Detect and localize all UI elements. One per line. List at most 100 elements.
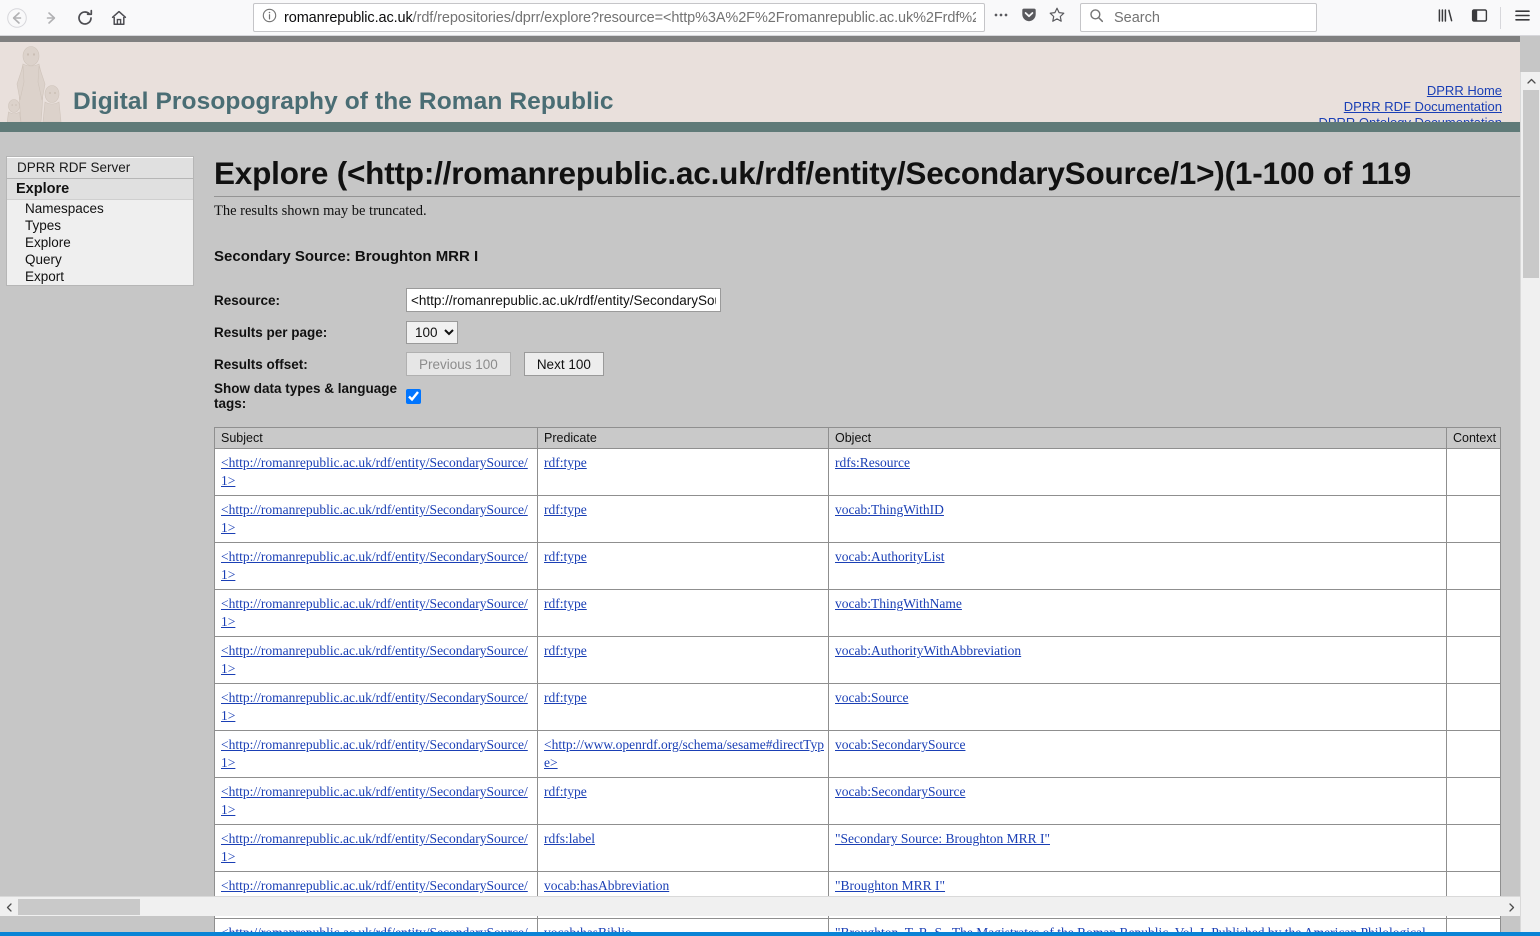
cell-object: vocab:ThingWithID	[828, 495, 1447, 543]
search-icon	[1089, 8, 1104, 28]
vertical-scrollbar[interactable]	[1520, 72, 1540, 936]
object-link[interactable]: vocab:ThingWithID	[835, 502, 944, 517]
roman-statue-logo-icon	[4, 42, 66, 130]
reload-button[interactable]	[68, 1, 102, 35]
scroll-right-arrow[interactable]	[1502, 897, 1520, 917]
address-bar[interactable]: romanrepublic.ac.uk/rdf/repositories/dpr…	[253, 3, 985, 32]
predicate-link[interactable]: rdf:type	[544, 596, 587, 611]
subject-link[interactable]: <http://romanrepublic.ac.uk/rdf/entity/S…	[221, 831, 528, 864]
predicate-link[interactable]: vocab:hasAbbreviation	[544, 878, 669, 893]
cell-subject: <http://romanrepublic.ac.uk/rdf/entity/S…	[214, 824, 538, 872]
library-button[interactable]	[1430, 4, 1460, 32]
cell-predicate: rdf:type	[537, 542, 829, 590]
table-row: <http://romanrepublic.ac.uk/rdf/entity/S…	[214, 636, 1501, 684]
results-table: Subject Predicate Object Context <http:/…	[214, 427, 1501, 936]
cell-object: "Secondary Source: Broughton MRR I"	[828, 824, 1447, 872]
scroll-left-arrow[interactable]	[0, 897, 18, 917]
back-button[interactable]	[0, 1, 34, 35]
predicate-link[interactable]: rdf:type	[544, 549, 587, 564]
object-link[interactable]: vocab:SecondarySource	[835, 737, 965, 752]
home-button[interactable]	[102, 1, 136, 35]
cell-subject: <http://romanrepublic.ac.uk/rdf/entity/S…	[214, 777, 538, 825]
cell-object: rdfs:Resource	[828, 448, 1447, 496]
cell-object: vocab:Source	[828, 683, 1447, 731]
hamburger-menu-icon	[1513, 6, 1532, 30]
object-link[interactable]: rdfs:Resource	[835, 455, 910, 470]
vertical-scrollbar-thumb[interactable]	[1523, 90, 1539, 278]
forward-button[interactable]	[34, 1, 68, 35]
predicate-link[interactable]: rdf:type	[544, 784, 587, 799]
sidebar: DPRR RDF Server Explore Namespaces Types…	[6, 156, 194, 286]
browser-right-controls	[1430, 3, 1537, 32]
dprr-home-link[interactable]: DPRR Home	[1318, 83, 1502, 99]
cell-predicate: rdf:type	[537, 636, 829, 684]
show-data-types-checkbox[interactable]	[406, 388, 421, 404]
previous-page-button[interactable]: Previous 100	[406, 352, 511, 376]
horizontal-scrollbar-thumb[interactable]	[18, 899, 140, 915]
bookmark-button[interactable]	[1044, 5, 1070, 31]
predicate-link[interactable]: rdf:type	[544, 455, 587, 470]
scroll-up-arrow[interactable]	[1521, 72, 1540, 90]
predicate-link[interactable]: rdf:type	[544, 643, 587, 658]
results-per-page-row: Results per page: 100	[214, 317, 1520, 347]
page-info-icon[interactable]	[262, 8, 277, 28]
object-link[interactable]: vocab:ThingWithName	[835, 596, 962, 611]
resource-row: Resource:	[214, 285, 1520, 315]
page-viewport: Digital Prosopography of the Roman Repub…	[0, 36, 1540, 936]
column-header-subject: Subject	[214, 427, 538, 449]
object-link[interactable]: vocab:SecondarySource	[835, 784, 965, 799]
page-title-heading: Digital Prosopography of the Roman Repub…	[73, 88, 614, 115]
predicate-link[interactable]: rdf:type	[544, 502, 587, 517]
save-to-pocket-button[interactable]	[1016, 5, 1042, 31]
subject-link[interactable]: <http://romanrepublic.ac.uk/rdf/entity/S…	[221, 737, 528, 770]
app-menu-button[interactable]	[1507, 4, 1537, 32]
object-link[interactable]: "Secondary Source: Broughton MRR I"	[835, 831, 1050, 846]
dprr-rdf-documentation-link[interactable]: DPRR RDF Documentation	[1318, 99, 1502, 115]
subject-link[interactable]: <http://romanrepublic.ac.uk/rdf/entity/S…	[221, 784, 528, 817]
page-content: Digital Prosopography of the Roman Repub…	[0, 36, 1520, 936]
results-offset-row: Results offset: Previous 100 Next 100	[214, 349, 1520, 379]
object-link[interactable]: vocab:AuthorityList	[835, 549, 944, 564]
subject-link[interactable]: <http://romanrepublic.ac.uk/rdf/entity/S…	[221, 549, 528, 582]
page-actions-button[interactable]	[988, 5, 1014, 31]
cell-object: vocab:AuthorityWithAbbreviation	[828, 636, 1447, 684]
cell-predicate: rdf:type	[537, 448, 829, 496]
object-link[interactable]: vocab:AuthorityWithAbbreviation	[835, 643, 1021, 658]
sidebar-item-types[interactable]: Types	[7, 217, 193, 234]
results-per-page-select-wrap: 100	[406, 320, 458, 344]
url-domain: romanrepublic.ac.uk	[284, 9, 413, 26]
subject-link[interactable]: <http://romanrepublic.ac.uk/rdf/entity/S…	[221, 455, 528, 488]
subject-link[interactable]: <http://romanrepublic.ac.uk/rdf/entity/S…	[221, 643, 528, 676]
home-icon	[109, 8, 129, 28]
results-per-page-select[interactable]: 100	[406, 320, 458, 344]
subject-link[interactable]: <http://romanrepublic.ac.uk/rdf/entity/S…	[221, 502, 528, 535]
horizontal-scrollbar[interactable]	[0, 896, 1520, 916]
column-header-predicate: Predicate	[537, 427, 829, 449]
sidebar-group-heading: Explore	[7, 179, 193, 200]
browser-search-bar[interactable]	[1080, 3, 1317, 32]
subject-link[interactable]: <http://romanrepublic.ac.uk/rdf/entity/S…	[221, 690, 528, 723]
sidebar-item-namespaces[interactable]: Namespaces	[7, 200, 193, 217]
predicate-link[interactable]: rdf:type	[544, 690, 587, 705]
predicate-link[interactable]: <http://www.openrdf.org/schema/sesame#di…	[544, 737, 824, 770]
ellipsis-icon	[992, 6, 1010, 29]
cell-subject: <http://romanrepublic.ac.uk/rdf/entity/S…	[214, 683, 538, 731]
address-bar-text: romanrepublic.ac.uk/rdf/repositories/dpr…	[284, 10, 976, 26]
sidebar-item-export[interactable]: Export	[7, 268, 193, 285]
cell-object: vocab:SecondarySource	[828, 777, 1447, 825]
table-row: <http://romanrepublic.ac.uk/rdf/entity/S…	[214, 542, 1501, 590]
sidebar-item-explore[interactable]: Explore	[7, 234, 193, 251]
sidebar-item-query[interactable]: Query	[7, 251, 193, 268]
object-link[interactable]: vocab:Source	[835, 690, 908, 705]
predicate-link[interactable]: rdfs:label	[544, 831, 595, 846]
window-bottom-edge	[0, 932, 1540, 936]
search-input[interactable]	[1112, 8, 1292, 27]
toolbar-separator	[1500, 6, 1501, 29]
resource-input[interactable]	[406, 288, 721, 312]
next-page-button[interactable]: Next 100	[523, 352, 604, 376]
sidebar-toggle-button[interactable]	[1464, 4, 1494, 32]
object-link[interactable]: "Broughton MRR I"	[835, 878, 945, 893]
subject-link[interactable]: <http://romanrepublic.ac.uk/rdf/entity/S…	[221, 596, 528, 629]
explore-form: Resource: Results per page: 100 Results …	[214, 285, 1520, 411]
sidebar-title: DPRR RDF Server	[6, 156, 194, 179]
